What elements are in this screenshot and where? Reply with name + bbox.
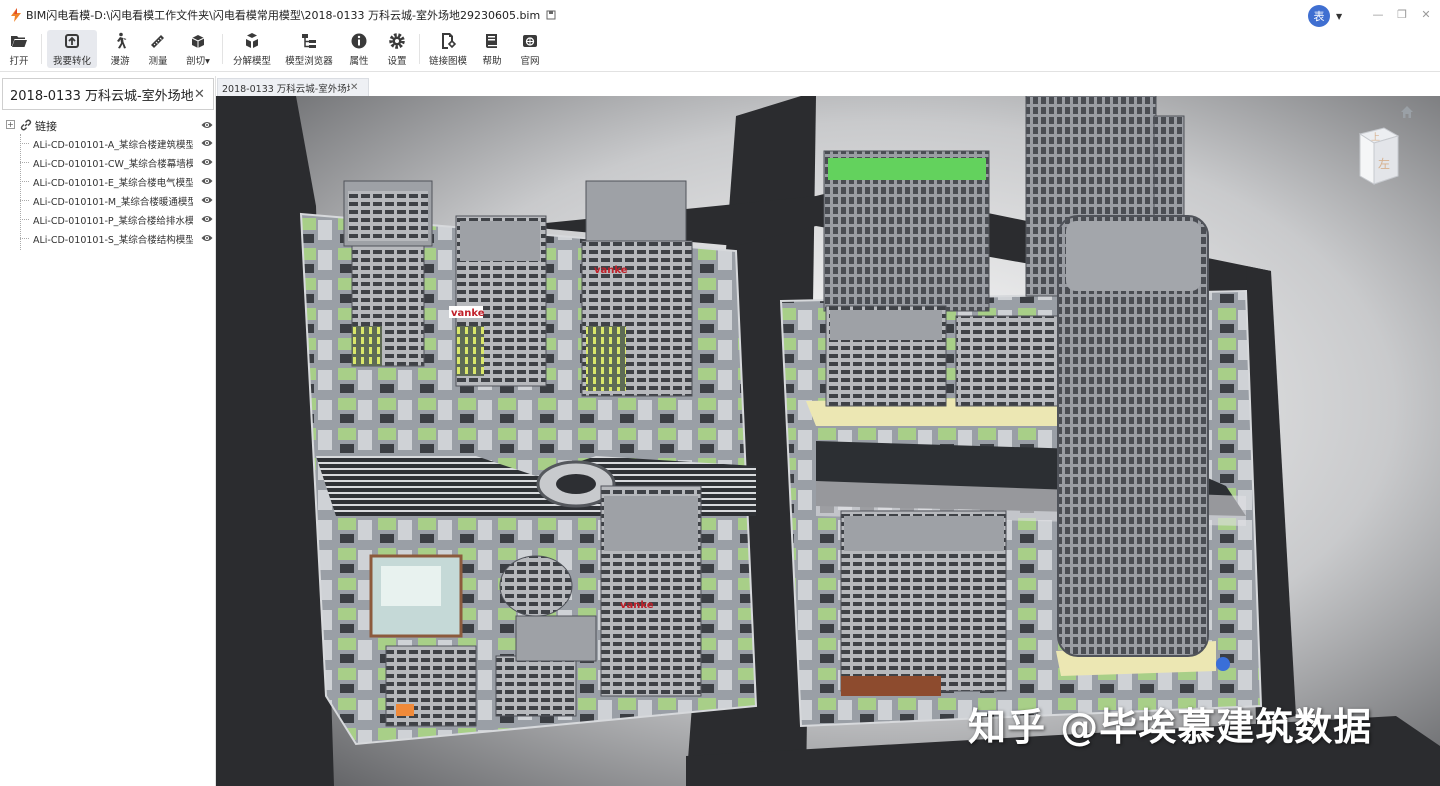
toolbar-divider [222, 34, 223, 64]
tree-browser-icon [302, 34, 316, 48]
close-icon[interactable]: ✕ [194, 87, 205, 102]
minimize-icon[interactable]: — [1370, 6, 1386, 22]
user-avatar[interactable]: 表 [1308, 5, 1330, 27]
vanke-sign: vanke [451, 308, 485, 319]
measure-button[interactable]: 测量 [141, 30, 175, 68]
window-controls: — ❐ ✕ [1370, 6, 1434, 22]
save-file-icon[interactable] [546, 10, 556, 20]
tree-children: ALi-CD-010101-A_某综合楼建筑模型_V1.0 ALi-CD-010… [0, 134, 214, 250]
window-title: BIM闪电看模-D:\闪电看模工作文件夹\闪电看模常用模型\2018-0133 … [26, 9, 541, 22]
toolbar-divider [419, 34, 420, 64]
open-button[interactable]: 打开 [2, 30, 36, 68]
eye-icon[interactable] [201, 138, 213, 148]
properties-button[interactable]: 属性 [342, 30, 376, 68]
gear-icon [389, 33, 405, 49]
view-cube[interactable]: 上 左 [1354, 126, 1404, 188]
section-box-icon [191, 35, 205, 48]
app-window: BIM闪电看模-D:\闪电看模工作文件夹\闪电看模常用模型\2018-0133 … [0, 0, 1440, 786]
tree-item[interactable]: ALi-CD-010101-CW_某综合楼幕墙模型_V1.0 [0, 153, 214, 172]
tree-item-label: ALi-CD-010101-P_某综合楼给排水模型_V1.0 [33, 216, 193, 227]
website-button[interactable]: 官网 [513, 30, 547, 68]
settings-button[interactable]: 设置 [380, 30, 414, 68]
eye-icon[interactable] [201, 157, 213, 167]
tree-item[interactable]: ALi-CD-010101-M_某综合楼暖通模型_V1.0 [0, 191, 214, 210]
restore-icon[interactable]: ❐ [1394, 6, 1410, 22]
viewcube-top-label[interactable]: 上 [1371, 132, 1380, 143]
model-tree: + 链接 ALi-CD-010101-A_某综合楼建筑模型_V1.0 [0, 116, 214, 250]
walk-button[interactable]: 漫游 [103, 30, 137, 68]
explode-cube-icon [246, 33, 258, 48]
convert-button[interactable]: 我要转化 [47, 30, 97, 68]
tree-item[interactable]: ALi-CD-010101-E_某综合楼电气模型_V1.0 [0, 172, 214, 191]
tree-item-label: ALi-CD-010101-CW_某综合楼幕墙模型_V1.0 [33, 159, 193, 170]
user-menu[interactable]: 表 ▼ [1308, 5, 1342, 27]
expand-icon[interactable]: + [6, 120, 15, 129]
dropdown-caret-icon[interactable]: ▾ [205, 56, 210, 67]
vanke-sign: vanke [594, 265, 628, 276]
document-tab[interactable]: 2018-0133 万科云城-室外场地29230605.bim ✕ [217, 78, 369, 96]
info-icon [351, 33, 367, 49]
eye-icon[interactable] [201, 195, 213, 205]
tree-root-label: 链接 [35, 120, 57, 133]
tree-item-label: ALi-CD-010101-A_某综合楼建筑模型_V1.0 [33, 140, 193, 151]
model-render[interactable]: vanke vanke vanke [216, 96, 1440, 786]
watermark-text: 知乎 @毕埃慕建筑数据 [968, 705, 1373, 749]
vanke-sign: vanke [620, 600, 654, 611]
explode-model-button[interactable]: 分解模型 [228, 30, 276, 68]
help-button[interactable]: 帮助 [475, 30, 509, 68]
website-icon [523, 35, 537, 47]
walk-icon [117, 32, 127, 49]
eye-icon[interactable] [201, 233, 213, 243]
link-drawing-icon [442, 33, 457, 49]
ruler-icon [151, 35, 164, 48]
folder-open-icon [11, 36, 27, 47]
tree-item-label: ALi-CD-010101-S_某综合楼结构模型_V1.0 [33, 235, 193, 246]
convert-icon [65, 34, 79, 48]
eye-icon[interactable] [201, 214, 213, 224]
model-viewport[interactable]: vanke vanke vanke 上 左 知乎 @毕埃慕建筑数据 [216, 96, 1440, 786]
chevron-down-icon[interactable]: ▼ [1336, 12, 1342, 21]
title-bar: BIM闪电看模-D:\闪电看模工作文件夹\闪电看模常用模型\2018-0133 … [0, 0, 1440, 30]
toolbar-divider [41, 34, 42, 64]
model-tree-panel: 2018-0133 万科云城-室外场地29230605.bim ✕ + 链接 [0, 76, 216, 786]
viewcube-front-label[interactable]: 左 [1378, 156, 1390, 171]
tree-item-label: ALi-CD-010101-E_某综合楼电气模型_V1.0 [33, 178, 193, 189]
main-toolbar: 打开 我要转化 漫游 测量 剖切▾ 分解模型 模型浏览器 属性 设置 链接图模 … [0, 30, 1440, 72]
home-icon[interactable] [1399, 104, 1415, 120]
tree-root-links[interactable]: + 链接 [0, 116, 214, 134]
help-book-icon [486, 34, 497, 48]
eye-icon[interactable] [201, 120, 213, 130]
tree-item[interactable]: ALi-CD-010101-S_某综合楼结构模型_V1.0 [0, 229, 214, 248]
model-browser-button[interactable]: 模型浏览器 [280, 30, 338, 68]
close-icon[interactable]: ✕ [350, 82, 358, 93]
document-tab-label: 2018-0133 万科云城-室外场地29230605.bim [222, 83, 350, 95]
eye-icon[interactable] [201, 176, 213, 186]
tree-item-label: ALi-CD-010101-M_某综合楼暖通模型_V1.0 [33, 197, 193, 208]
link-icon [20, 119, 32, 131]
link-drawing-button[interactable]: 链接图模 [425, 30, 471, 68]
tree-item[interactable]: ALi-CD-010101-P_某综合楼给排水模型_V1.0 [0, 210, 214, 229]
tree-item[interactable]: ALi-CD-010101-A_某综合楼建筑模型_V1.0 [0, 134, 214, 153]
panel-tab[interactable]: 2018-0133 万科云城-室外场地29230605.bim ✕ [2, 78, 214, 110]
section-button[interactable]: 剖切▾ [179, 30, 217, 68]
close-icon[interactable]: ✕ [1418, 6, 1434, 22]
panel-tab-label: 2018-0133 万科云城-室外场地29230605.bim [10, 88, 193, 104]
lightning-logo-icon [11, 8, 21, 22]
